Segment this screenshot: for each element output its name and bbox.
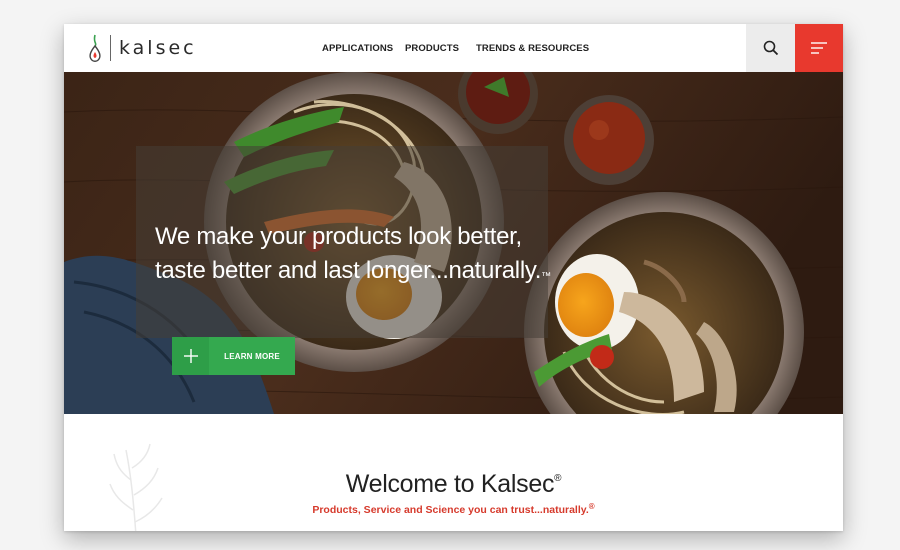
plus-icon — [172, 337, 209, 375]
site-header: kalsec APPLICATIONS PRODUCTS TRENDS & RE… — [64, 24, 843, 72]
registered-symbol-small: ® — [588, 502, 595, 511]
hero-headline-line-2: taste better and last longer...naturally… — [155, 254, 551, 288]
browser-page: kalsec APPLICATIONS PRODUCTS TRENDS & RE… — [64, 24, 843, 531]
flame-drop-icon — [89, 34, 101, 62]
hero-banner: We make your products look better, taste… — [64, 72, 843, 414]
search-button[interactable] — [746, 24, 795, 72]
welcome-subtitle: Products, Service and Science you can tr… — [64, 502, 843, 516]
menu-button[interactable] — [795, 24, 843, 72]
welcome-title-text: Welcome to Kalsec — [345, 470, 555, 498]
hero-headline-line-1: We make your products look better, — [155, 223, 522, 250]
kalsec-logo[interactable]: kalsec — [86, 32, 197, 64]
brand-name: kalsec — [119, 37, 197, 59]
hero-headline-line-2-text: taste better and last longer...naturally… — [155, 257, 542, 284]
hamburger-menu-icon — [811, 42, 827, 54]
logo-divider — [110, 35, 111, 61]
trademark-symbol: ™ — [541, 271, 551, 282]
hero-headline: We make your products look better, taste… — [155, 220, 551, 288]
nav-item-trends-resources[interactable]: TRENDS & RESOURCES — [476, 43, 589, 54]
nav-item-products[interactable]: PRODUCTS — [405, 43, 459, 54]
welcome-section: Welcome to Kalsec® Products, Service and… — [64, 414, 843, 531]
nav-item-applications[interactable]: APPLICATIONS — [322, 43, 393, 54]
learn-more-button[interactable]: LEARN MORE — [172, 337, 295, 375]
learn-more-label: LEARN MORE — [209, 337, 295, 375]
welcome-title: Welcome to Kalsec® — [64, 470, 843, 499]
search-icon — [763, 40, 778, 56]
registered-symbol: ® — [554, 473, 562, 484]
welcome-subtitle-text: Products, Service and Science you can tr… — [312, 504, 589, 516]
